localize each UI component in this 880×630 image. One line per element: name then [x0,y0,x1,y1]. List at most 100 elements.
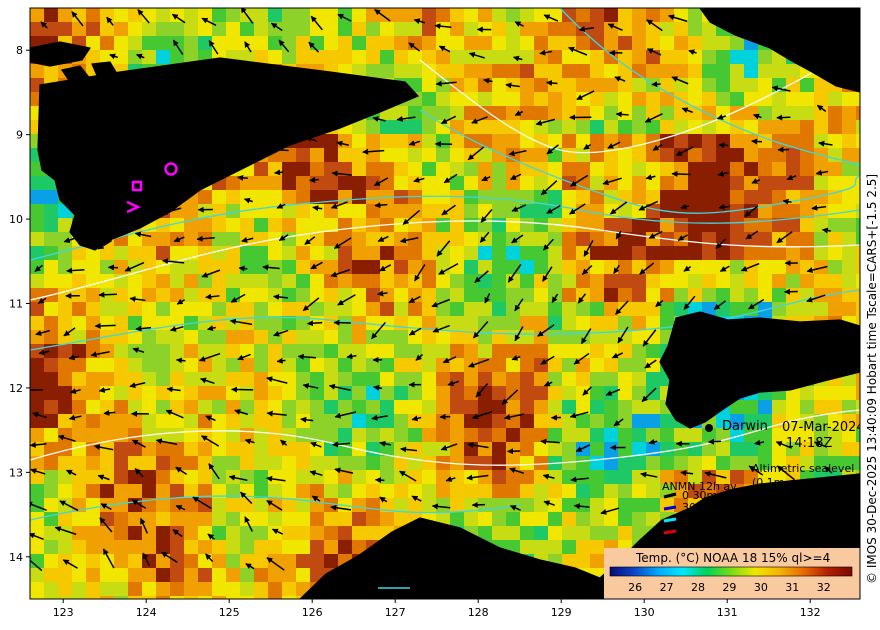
sst-cell [100,456,115,471]
sst-cell [618,470,633,485]
sst-cell [44,582,59,597]
sst-cell [618,372,633,387]
sst-cell [436,330,451,345]
sst-cell [520,540,535,555]
sst-cell [114,414,129,429]
sst-cell [184,232,199,247]
sst-cell [394,344,409,359]
sst-cell [380,22,395,37]
sst-cell [772,92,787,107]
sst-cell [254,498,269,513]
sst-cell [506,92,521,107]
sst-cell [310,358,325,373]
sst-cell [86,512,101,527]
sst-cell [450,484,465,499]
sst-cell [422,288,437,303]
sst-cell [506,232,521,247]
sst-cell [730,134,745,149]
sst-cell [814,386,829,401]
sst-cell [310,50,325,65]
sst-cell [226,512,241,527]
sst-cell [800,78,815,93]
sst-cell [520,50,535,65]
sst-cell [184,274,199,289]
sst-cell [114,456,129,471]
sst-cell [380,204,395,219]
sst-cell [86,470,101,485]
sst-cell [156,456,171,471]
sst-cell [226,428,241,443]
sst-cell [562,372,577,387]
sst-cell [492,246,507,261]
sst-cell [506,372,521,387]
sst-cell [520,246,535,261]
sst-cell [156,36,171,51]
sst-cell [436,78,451,93]
sst-cell [730,218,745,233]
sst-cell [772,232,787,247]
sst-cell [296,8,311,23]
sst-cell [576,302,591,317]
sst-cell [562,330,577,345]
sst-cell [310,148,325,163]
sst-cell [268,190,283,205]
sst-cell [240,526,255,541]
sst-cell [562,260,577,275]
sst-cell [702,64,717,79]
sst-cell [254,176,269,191]
sst-cell [114,344,129,359]
sst-cell [184,400,199,415]
sst-cell [772,400,787,415]
sst-cell [604,358,619,373]
sst-cell [562,120,577,135]
sst-cell [198,372,213,387]
sst-cell [58,260,73,275]
sst-cell [464,246,479,261]
sst-cell [716,442,731,457]
sst-cell [436,274,451,289]
sst-cell [366,134,381,149]
sst-cell [632,274,647,289]
sst-cell [814,274,829,289]
sst-cell [632,498,647,513]
sst-cell [226,358,241,373]
sst-cell [674,190,689,205]
sst-cell [296,526,311,541]
sst-cell [366,428,381,443]
sst-cell [44,400,59,415]
sst-cell [604,162,619,177]
sst-cell [240,554,255,569]
sst-cell [744,162,759,177]
sst-cell [730,288,745,303]
sst-cell [30,428,45,443]
sst-cell [184,428,199,443]
sst-cell [114,512,129,527]
sst-cell [632,78,647,93]
velocity-arrow [237,174,248,181]
sst-cell [646,288,661,303]
sst-cell [506,400,521,415]
sst-cell [142,330,157,345]
sst-cell [660,50,675,65]
sst-cell [296,218,311,233]
sst-cell [72,568,87,583]
sst-cell [548,330,563,345]
sst-cell [268,246,283,261]
sst-cell [534,218,549,233]
sst-cell [44,260,59,275]
sst-cell [548,484,563,499]
sst-cell [170,582,185,597]
sst-cell [492,470,507,485]
sst-cell [842,190,857,205]
sst-cell [100,344,115,359]
sst-cell [450,344,465,359]
sst-cell [366,260,381,275]
sst-cell [450,8,465,23]
velocity-arrow [94,322,116,329]
sst-cell [212,218,227,233]
sst-cell [30,302,45,317]
city-label: Darwin [722,419,768,434]
sst-cell [604,400,619,415]
sst-cell [534,232,549,247]
sst-cell [72,470,87,485]
